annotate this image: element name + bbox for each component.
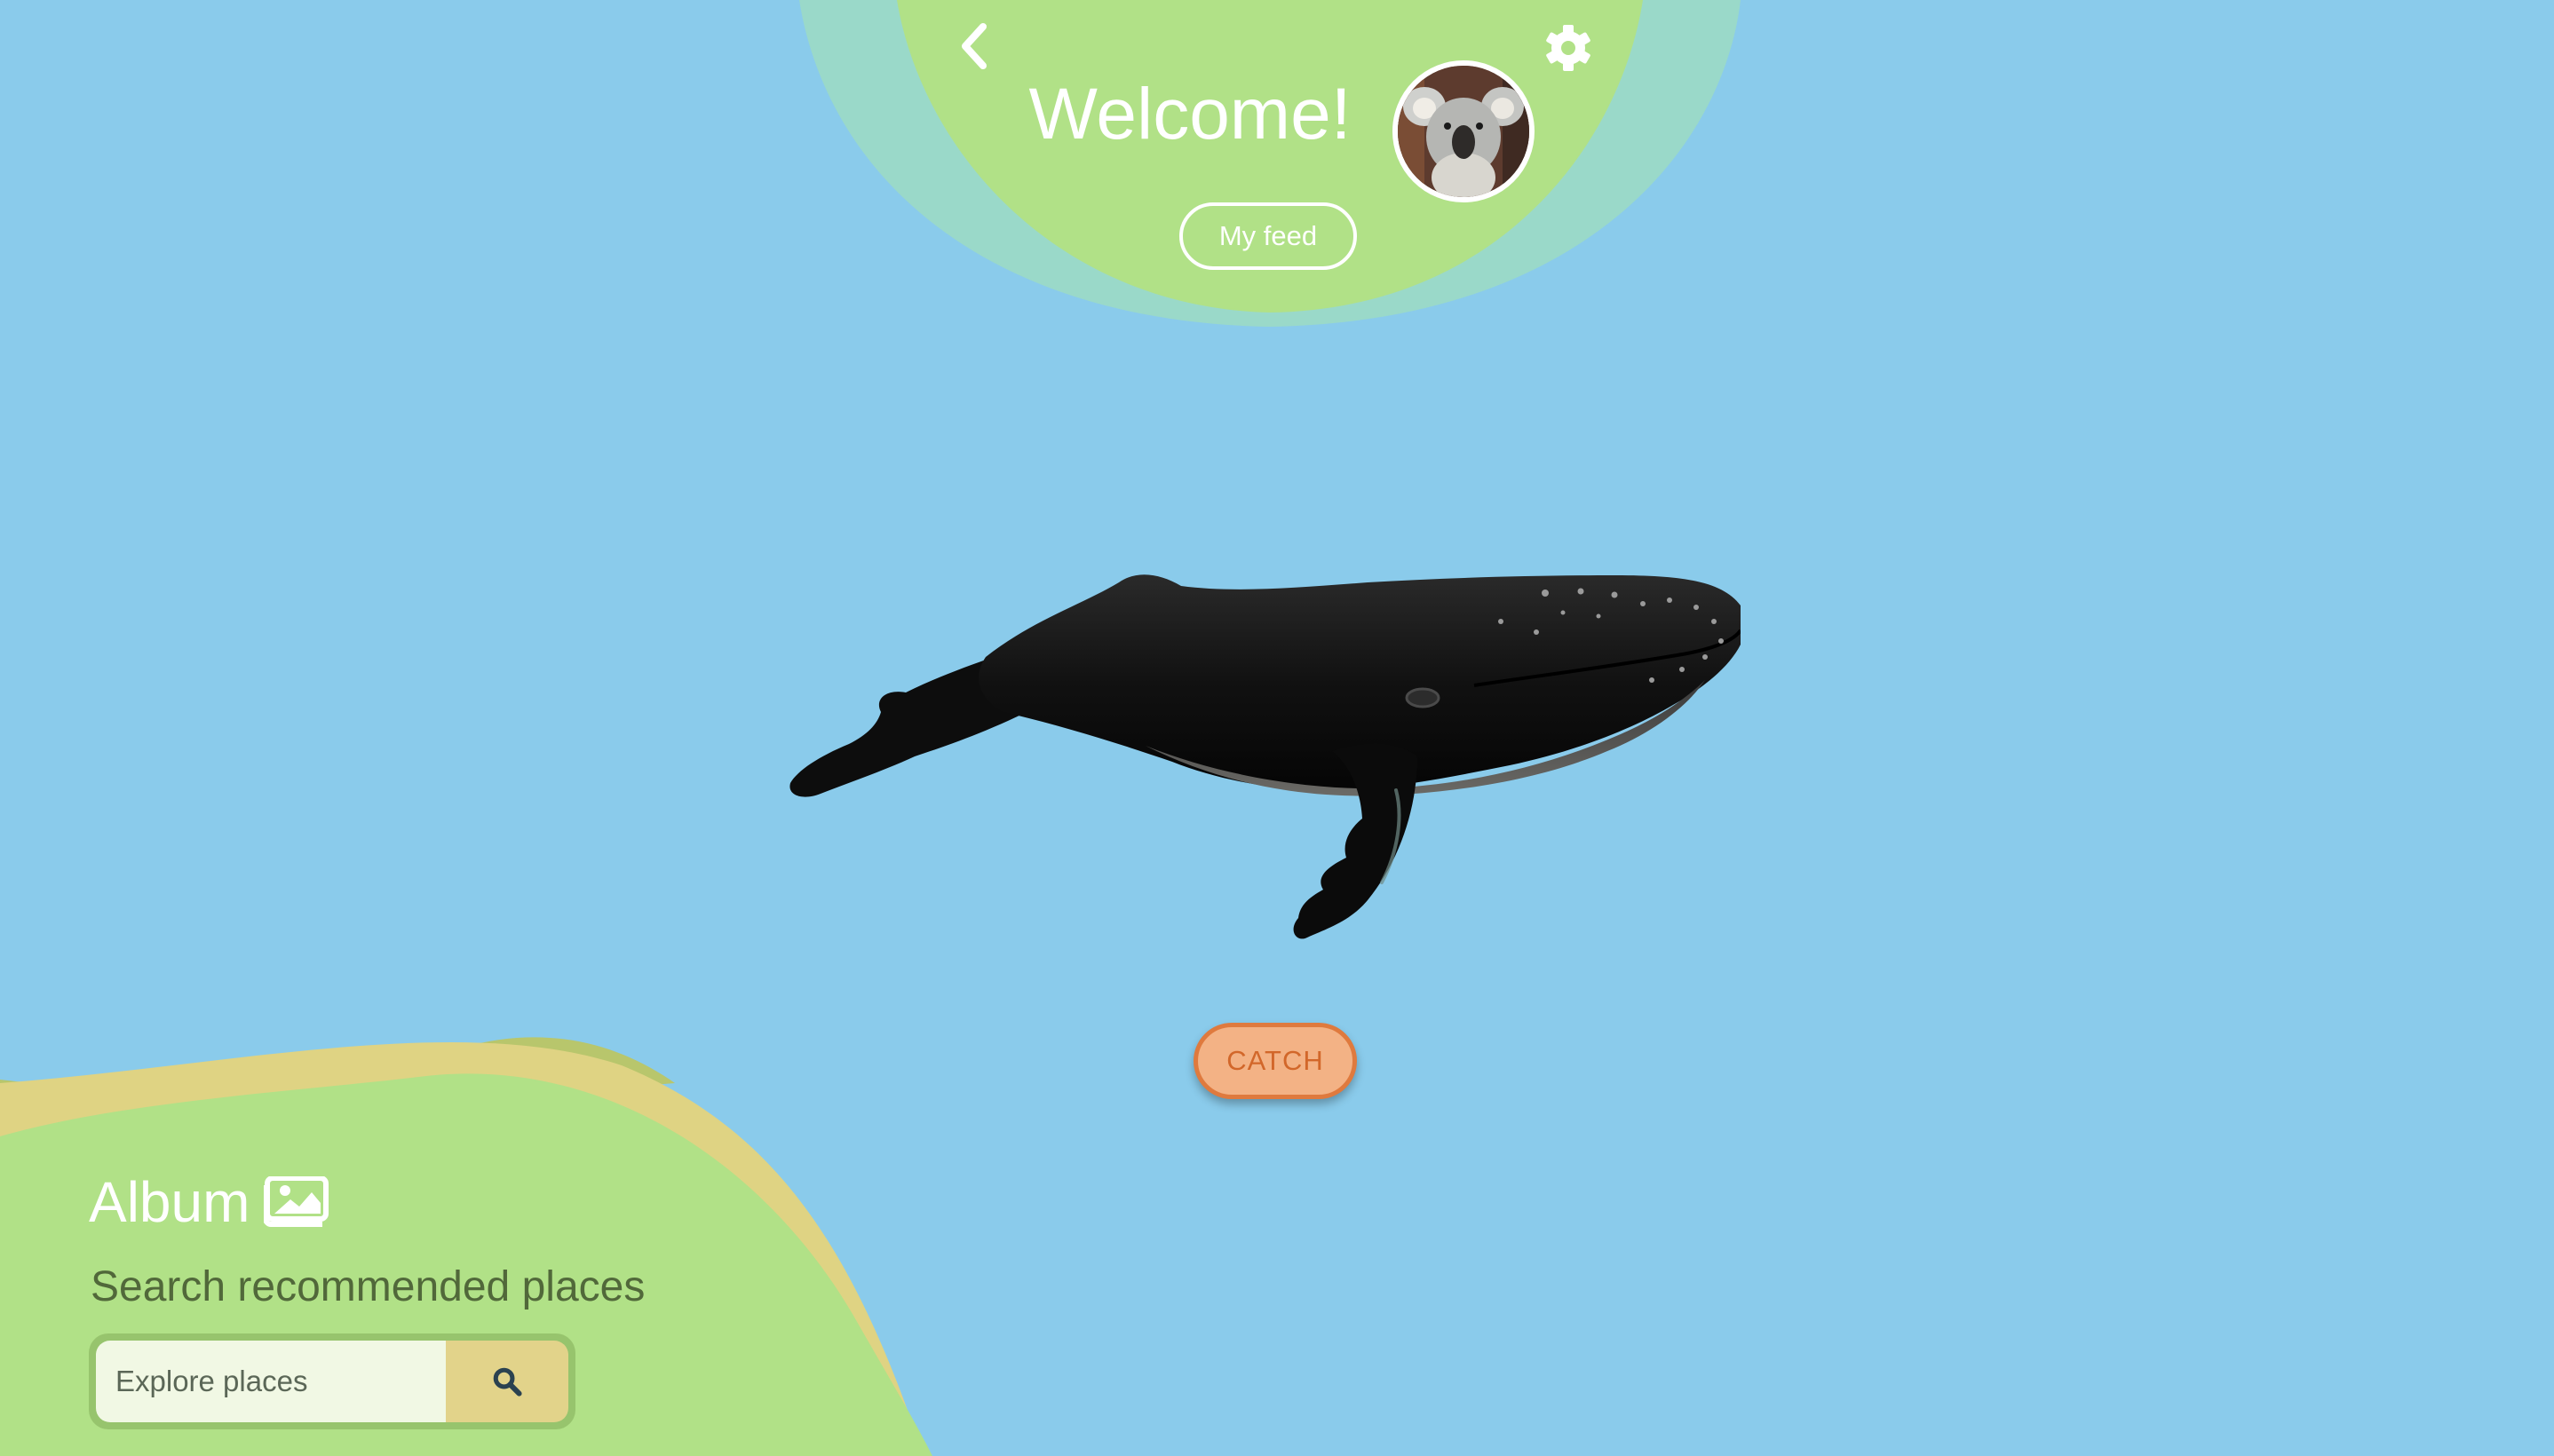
whale-model[interactable] (764, 524, 1741, 985)
avatar[interactable] (1392, 60, 1535, 202)
back-button[interactable] (955, 21, 994, 71)
koala-avatar-image (1398, 66, 1529, 197)
header-teal-layer (799, 0, 1741, 327)
gear-icon (1546, 25, 1590, 71)
search-caption: Search recommended places (91, 1263, 646, 1310)
catch-button[interactable]: CATCH (1194, 1023, 1357, 1099)
header-background-blob (799, 0, 1741, 327)
search-button[interactable] (446, 1341, 568, 1422)
album-title-label: Album (89, 1170, 250, 1234)
search-input[interactable] (96, 1341, 446, 1422)
images-icon (264, 1176, 329, 1227)
album-olive-layer (0, 1037, 675, 1136)
settings-button[interactable] (1543, 23, 1593, 73)
my-feed-button[interactable]: My feed (1179, 202, 1357, 270)
page-title: Welcome! (1028, 74, 1352, 154)
album-title[interactable]: Album (89, 1174, 333, 1230)
search-bar (89, 1333, 575, 1429)
whale-eye (1405, 687, 1440, 708)
chevron-left-icon (962, 23, 987, 69)
search-icon (493, 1367, 522, 1397)
